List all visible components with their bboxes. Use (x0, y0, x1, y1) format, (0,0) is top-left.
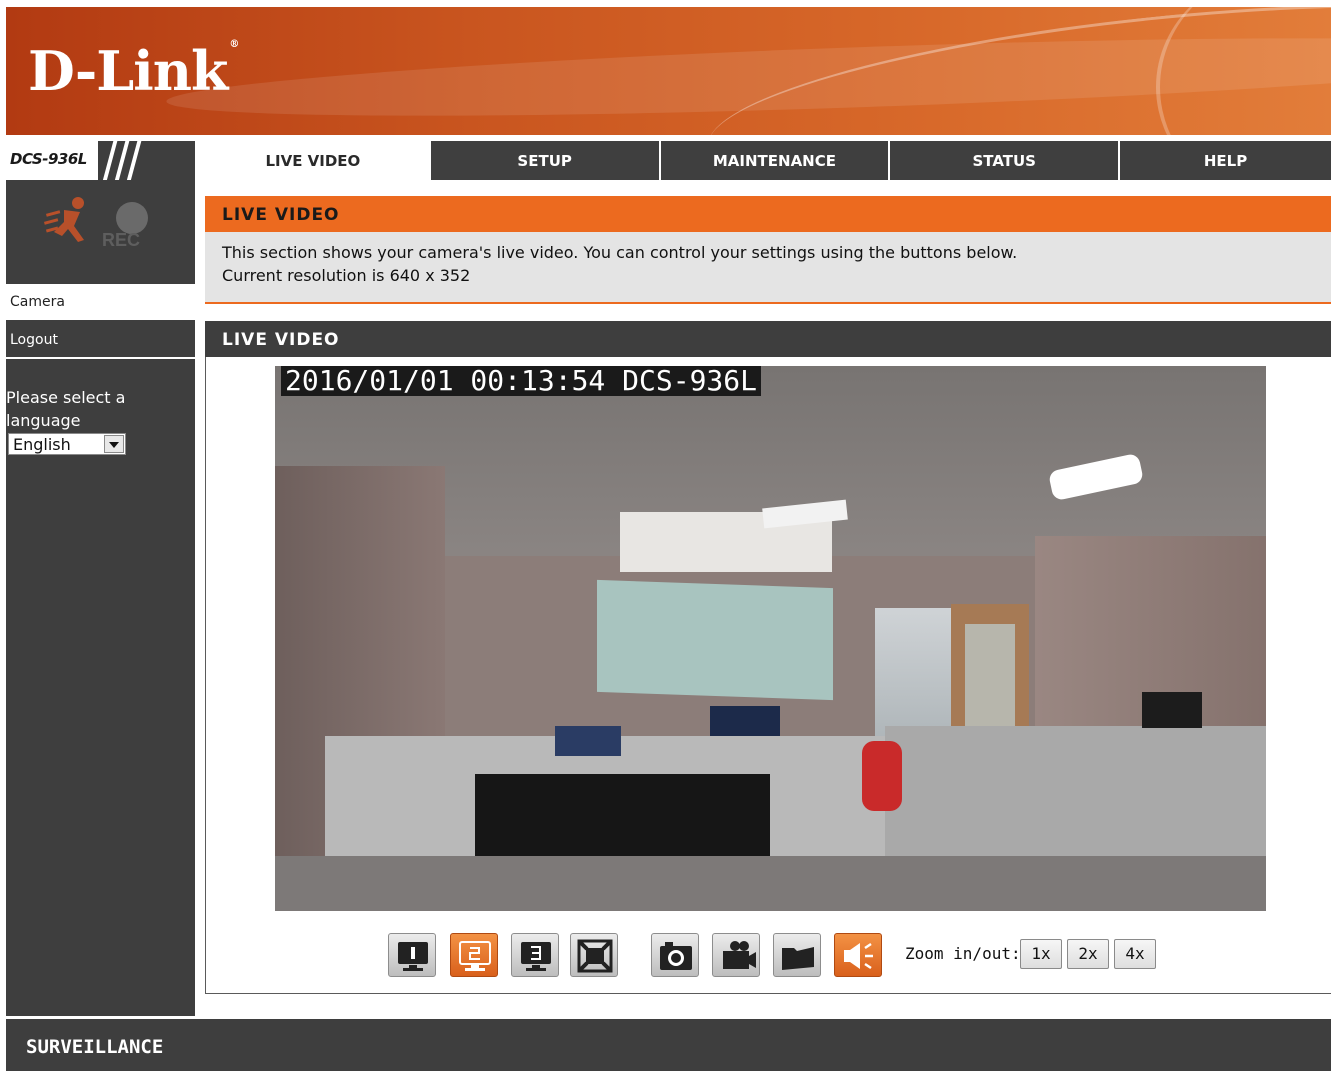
zoom-2x-button[interactable]: 2x (1067, 939, 1109, 969)
video-timestamp-overlay: 2016/01/01 00:13:54 DCS-936L (281, 366, 762, 396)
dlink-logo: D-Link ® (28, 39, 239, 103)
rec-label: REC (102, 230, 141, 250)
info-section-title: LIVE VIDEO (222, 205, 340, 225)
zoom-label: Zoom in/out: (905, 944, 1021, 963)
language-prompt: Please select a language (6, 388, 126, 430)
header-banner: D-Link ® (6, 7, 1331, 135)
profile-1-button[interactable] (388, 933, 436, 977)
storage-folder-button[interactable] (773, 933, 821, 977)
folder-icon (782, 947, 814, 970)
tab-help[interactable]: HELP (1118, 141, 1331, 180)
record-button[interactable] (712, 933, 760, 977)
info-description: This section shows your camera's live vi… (222, 243, 1018, 262)
sidebar-item-camera[interactable]: Camera (6, 284, 195, 320)
info-section-body: This section shows your camera's live vi… (205, 232, 1331, 304)
profile-2-button[interactable] (450, 933, 498, 977)
sidebar: REC Camera Logout Please select a langua… (6, 182, 195, 1016)
sidebar-item-logout[interactable]: Logout (6, 323, 195, 359)
live-video-stream[interactable]: 2016/01/01 00:13:54 DCS-936L (275, 366, 1266, 911)
header-swoosh (1156, 7, 1331, 135)
camera-icon (660, 942, 692, 970)
audio-button[interactable] (834, 933, 882, 977)
zoom-1x-button[interactable]: 1x (1020, 939, 1062, 969)
footer-surveillance-label: SURVEILLANCE (26, 1036, 164, 1058)
tab-maintenance[interactable]: MAINTENANCE (658, 141, 889, 180)
snapshot-button[interactable] (651, 933, 699, 977)
live-video-title: LIVE VIDEO (222, 330, 340, 350)
language-select-value: English (13, 435, 71, 454)
profile-3-icon (521, 942, 551, 971)
current-resolution: Current resolution is 640 x 352 (222, 266, 471, 285)
fullscreen-icon (577, 939, 613, 973)
tab-live-video[interactable]: LIVE VIDEO (197, 141, 429, 180)
motion-runner-icon (44, 197, 84, 242)
speaker-icon (844, 942, 873, 970)
model-name: DCS-936L (10, 150, 87, 168)
zoom-4x-button[interactable]: 4x (1114, 939, 1156, 969)
fullscreen-button[interactable] (570, 933, 618, 977)
tab-setup[interactable]: SETUP (428, 141, 659, 180)
footer: SURVEILLANCE (6, 1019, 1331, 1071)
model-badge: DCS-936L (6, 141, 195, 182)
video-camera-icon (723, 941, 756, 969)
chevron-down-icon[interactable] (104, 435, 124, 453)
profile-1-icon (398, 942, 428, 971)
profile-3-button[interactable] (511, 933, 559, 977)
main-nav: LIVE VIDEO SETUP MAINTENANCE STATUS HELP (197, 141, 1331, 180)
profile-2-icon (459, 941, 491, 971)
language-select[interactable]: English (8, 433, 126, 455)
tab-status[interactable]: STATUS (888, 141, 1119, 180)
rec-indicator: REC (6, 182, 195, 283)
info-section-header: LIVE VIDEO (205, 196, 1331, 232)
model-stripes (98, 141, 195, 180)
live-video-header: LIVE VIDEO (205, 321, 1331, 357)
